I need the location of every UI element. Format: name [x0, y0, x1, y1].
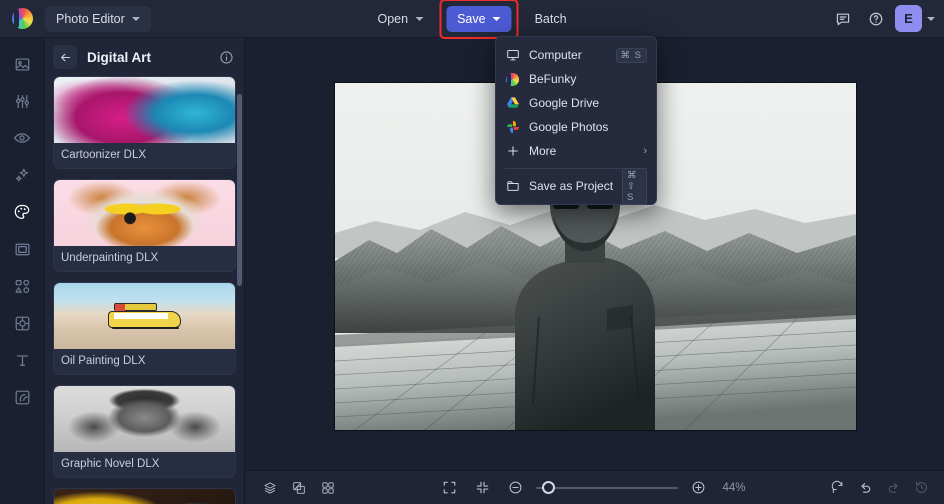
back-button[interactable] [53, 45, 77, 69]
google-drive-icon [505, 96, 520, 110]
mode-selector-label: Photo Editor [56, 11, 125, 26]
menu-item-more[interactable]: More › [496, 139, 656, 163]
list-item[interactable]: Cartoonizer DLX [53, 76, 236, 169]
befunky-photo-editor: Photo Editor Open Save Batch E Digital A… [0, 0, 944, 504]
menu-item-save-as-project[interactable]: Save as Project ⌘ ⇧ S [496, 167, 656, 205]
scrollbar-thumb[interactable] [237, 94, 242, 286]
textures-icon[interactable] [4, 379, 40, 415]
tool-rail [0, 38, 45, 504]
mode-selector-photo-editor[interactable]: Photo Editor [45, 5, 151, 32]
image-manager-icon[interactable] [4, 46, 40, 82]
avatar[interactable]: E [895, 5, 922, 32]
zoom-in-icon[interactable] [686, 475, 711, 500]
sidebar-scrollbar[interactable] [234, 76, 244, 504]
chevron-right-icon: › [643, 145, 647, 157]
open-button[interactable]: Open [366, 6, 434, 32]
frames-icon[interactable] [4, 231, 40, 267]
effect-label: Cartoonizer DLX [61, 149, 147, 161]
edit-sliders-icon[interactable] [4, 83, 40, 119]
info-icon[interactable] [219, 50, 234, 65]
menu-item-google-drive[interactable]: Google Drive [496, 91, 656, 115]
effect-thumbnail-cartoonizer [54, 77, 235, 143]
menu-item-label: BeFunky [529, 72, 577, 86]
avatar-initial: E [904, 11, 913, 26]
list-item[interactable]: Oil Painting DLX [53, 282, 236, 375]
plus-icon [505, 144, 520, 158]
artsy-palette-icon[interactable] [4, 194, 40, 230]
account-actions-group: E [829, 5, 935, 32]
effects-list[interactable]: Cartoonizer DLX Underpainting DLX Oil Pa… [45, 76, 244, 504]
batch-button-label: Batch [534, 11, 567, 26]
page-title: Digital Art [87, 49, 151, 65]
list-item[interactable]: Graphic Novel DLX [53, 385, 236, 478]
effect-thumbnail-underpainting [54, 180, 235, 246]
grid-icon[interactable] [315, 475, 340, 500]
bottom-toolbar: 44% [245, 470, 944, 504]
effect-label: Oil Painting DLX [61, 355, 146, 367]
effects-sparkle-icon[interactable] [4, 157, 40, 193]
effect-label: Graphic Novel DLX [61, 458, 160, 470]
actual-size-icon[interactable] [470, 475, 495, 500]
undo-icon[interactable] [853, 475, 878, 500]
help-icon[interactable] [862, 5, 889, 32]
chevron-down-icon[interactable] [927, 16, 935, 21]
sidebar-header: Digital Art [45, 38, 244, 76]
text-icon[interactable] [4, 342, 40, 378]
menu-item-label: More [529, 144, 557, 158]
save-button-wrapper: Save [439, 0, 519, 39]
google-photos-icon [505, 120, 520, 134]
history-controls [825, 475, 934, 500]
feedback-chat-icon[interactable] [829, 5, 856, 32]
save-dropdown-menu[interactable]: Computer ⌘ S BeFunky Google Drive Google… [495, 36, 657, 205]
list-item[interactable]: Underpainting DLX [53, 179, 236, 272]
shortcut-badge: ⌘ ⇧ S [622, 167, 647, 205]
zoom-slider-track [535, 486, 678, 489]
zoom-slider-handle[interactable] [541, 481, 555, 494]
top-toolbar: Photo Editor Open Save Batch E [0, 0, 944, 39]
befunky-icon [505, 72, 520, 86]
save-button-label: Save [457, 11, 486, 26]
folder-icon [505, 179, 520, 193]
list-item[interactable] [53, 488, 236, 504]
menu-item-label: Google Drive [529, 96, 600, 110]
save-button[interactable]: Save [446, 5, 512, 32]
history-icon[interactable] [909, 475, 934, 500]
effect-thumbnail-graphicnovel [54, 386, 235, 452]
monitor-icon [505, 48, 520, 62]
zoom-controls: 44% [437, 475, 753, 500]
effect-thumbnail-macaw [54, 489, 235, 504]
batch-button[interactable]: Batch [524, 6, 578, 32]
overlays-icon[interactable] [4, 305, 40, 341]
chevron-down-icon [492, 16, 501, 21]
effect-label: Underpainting DLX [61, 252, 159, 264]
open-button-label: Open [377, 11, 409, 26]
befunky-logo[interactable] [0, 0, 45, 38]
compare-icon[interactable] [286, 475, 311, 500]
redo-icon[interactable] [881, 475, 906, 500]
menu-item-befunky[interactable]: BeFunky [496, 67, 656, 91]
zoom-slider[interactable] [535, 481, 678, 495]
menu-item-computer[interactable]: Computer ⌘ S [496, 43, 656, 67]
zoom-level-label: 44% [722, 481, 746, 494]
touch-up-eye-icon[interactable] [4, 120, 40, 156]
graphics-icon[interactable] [4, 268, 40, 304]
fit-screen-icon[interactable] [437, 475, 462, 500]
effect-thumbnail-oilpainting [54, 283, 235, 349]
reset-icon[interactable] [825, 475, 850, 500]
chevron-down-icon [131, 16, 140, 21]
menu-item-label: Save as Project [529, 179, 614, 193]
chevron-down-icon [415, 16, 424, 21]
file-actions-group: Open Save Batch [366, 0, 578, 39]
shortcut-badge: ⌘ S [615, 47, 647, 63]
menu-item-google-photos[interactable]: Google Photos [496, 115, 656, 139]
bottom-left-tools [245, 475, 340, 500]
menu-item-label: Google Photos [529, 120, 609, 134]
layers-icon[interactable] [257, 475, 282, 500]
zoom-out-icon[interactable] [503, 475, 528, 500]
effects-sidebar: Digital Art Cartoonizer DLX Underpaintin… [45, 38, 245, 504]
menu-item-label: Computer [529, 48, 582, 62]
